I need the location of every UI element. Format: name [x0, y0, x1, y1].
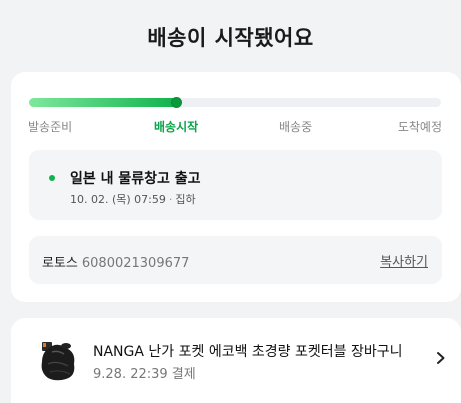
step-label-preparing: 발송준비 [28, 120, 73, 134]
step-label-expected: 도착예정 [397, 120, 442, 134]
event-detail: 10. 02. (목) 07:59 · 집하 [70, 191, 196, 207]
latest-tracking-event: 일본 내 물류창고 출고 10. 02. (목) 07:59 · 집하 [29, 150, 442, 220]
copy-tracking-button[interactable]: 복사하기 [380, 251, 428, 270]
event-title: 일본 내 물류창고 출고 [70, 171, 201, 187]
carrier-info: 로토스 6080021309677 [42, 252, 189, 271]
status-dot-icon [49, 175, 55, 181]
page-title: 배송이 시작됐어요 [147, 26, 314, 50]
order-item-row[interactable]: NANGA 난가 포켓 에코백 초경량 포켓터블 장바구니 9.28. 22:3… [11, 318, 461, 403]
tracking-number: 6080021309677 [81, 256, 190, 271]
product-thumbnail [41, 342, 75, 381]
page: 배송이 시작됐어요 발송준비 배송시작 배송중 도착예정 일본 내 물류창고 출… [0, 0, 461, 403]
progress-fill [29, 98, 178, 107]
step-label-started: 배송시작 [154, 120, 199, 134]
chevron-right-icon [437, 352, 445, 364]
delivery-status-card: 발송준비 배송시작 배송중 도착예정 일본 내 물류창고 출고 10. 02. … [11, 72, 461, 302]
progress-bar [29, 97, 441, 108]
step-label-in-transit: 배송중 [279, 120, 313, 134]
event-separator: · [168, 193, 173, 206]
product-name: NANGA 난가 포켓 에코백 초경량 포켓터블 장바구니 [93, 344, 403, 360]
event-status: 집하 [175, 193, 196, 206]
progress-steps: 발송준비 배송시작 배송중 도착예정 [28, 118, 442, 136]
carrier-name: 로토스 [42, 256, 78, 271]
payment-date: 9.28. 22:39 결제 [93, 367, 196, 382]
event-datetime: 10. 02. (목) 07:59 [70, 193, 166, 206]
tracking-number-box: 로토스 6080021309677 복사하기 [29, 236, 442, 284]
progress-marker [171, 97, 183, 108]
